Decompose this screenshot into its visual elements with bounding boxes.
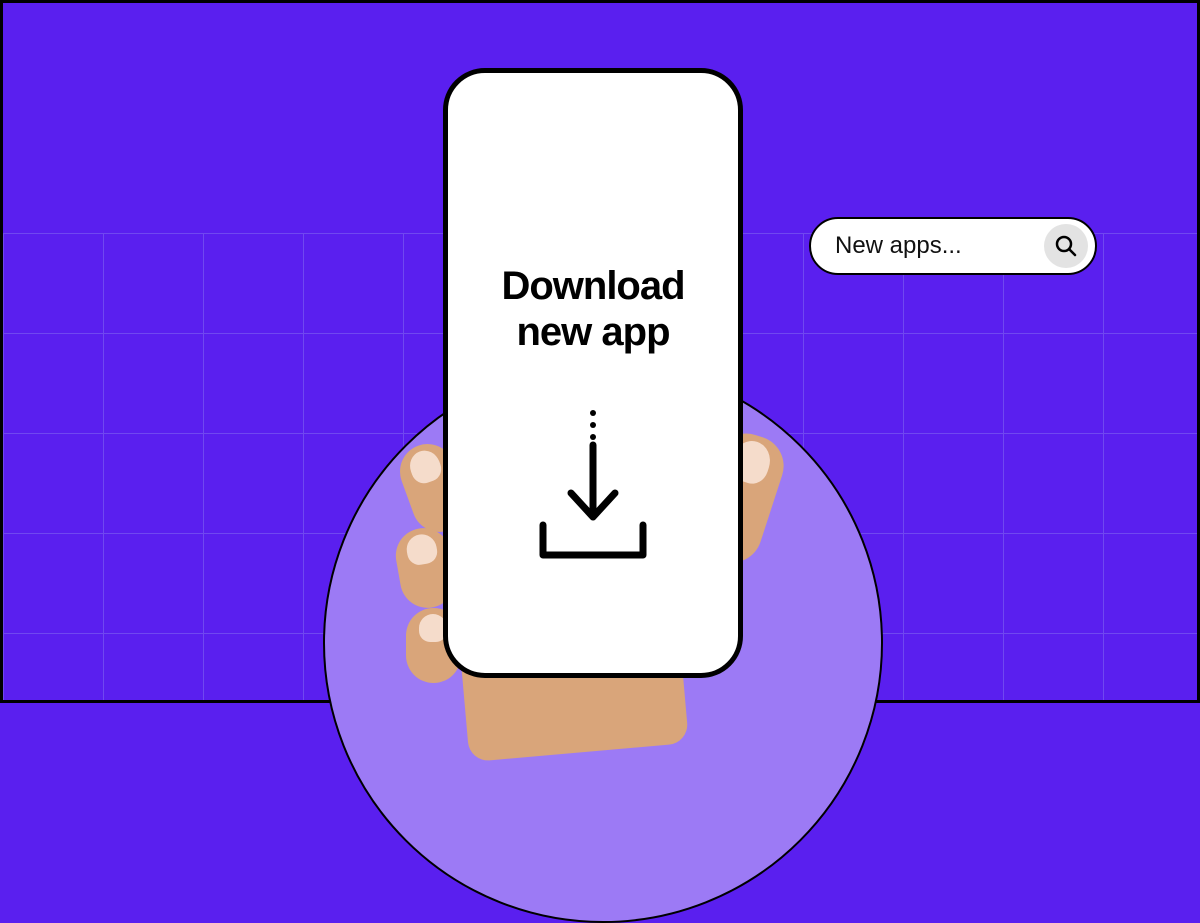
- search-button[interactable]: [1044, 224, 1088, 268]
- search-icon: [1054, 234, 1078, 258]
- phone-headline: Download new app: [501, 263, 684, 355]
- headline-line-2: new app: [516, 310, 669, 354]
- phone-mockup: Download new app: [443, 68, 743, 678]
- headline-line-1: Download: [501, 264, 684, 308]
- search-bar[interactable]: New apps...: [809, 217, 1097, 275]
- search-placeholder: New apps...: [835, 232, 962, 260]
- download-icon: [523, 405, 663, 565]
